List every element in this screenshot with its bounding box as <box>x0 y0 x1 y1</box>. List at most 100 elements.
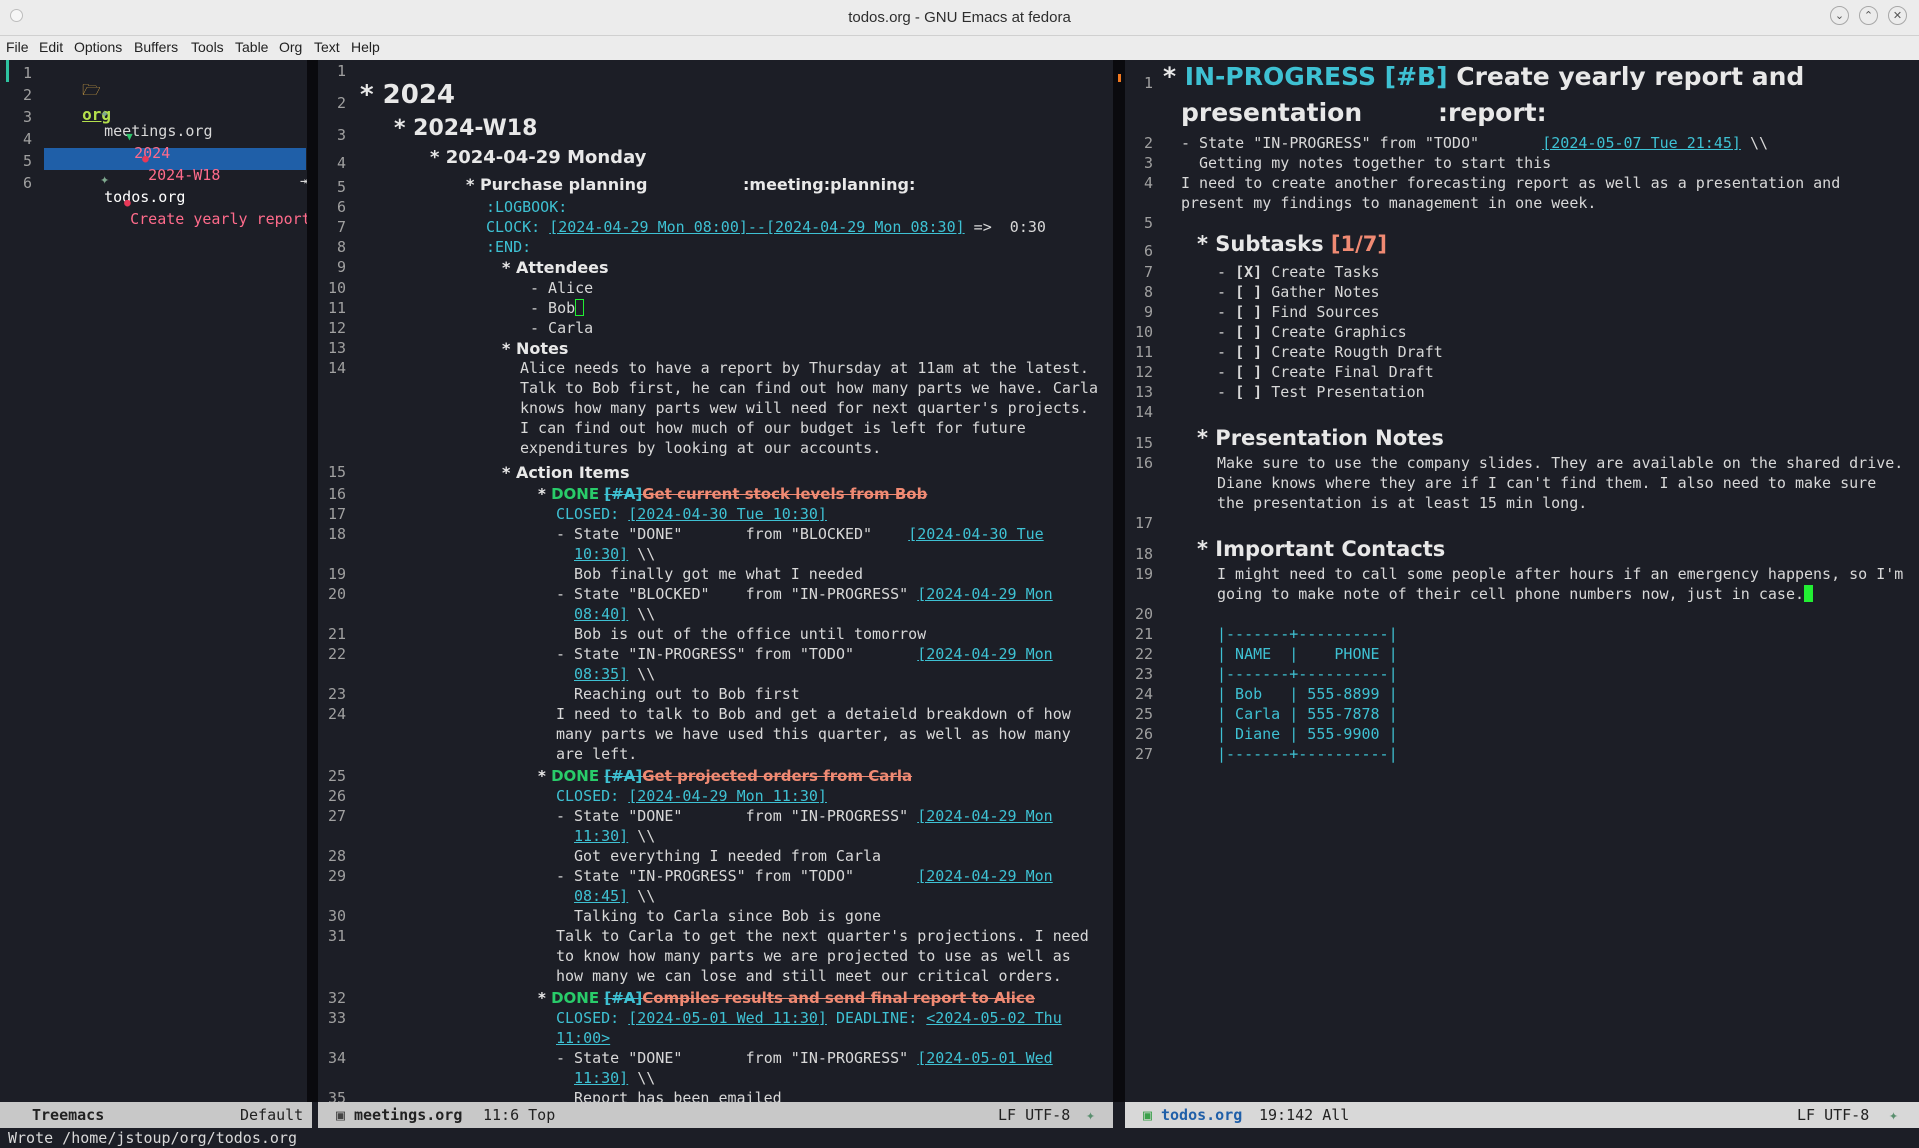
timestamp-link[interactable]: 11:30] <box>574 1069 628 1087</box>
timestamp-link[interactable]: 11:30] <box>574 827 628 845</box>
state-note: Talking to Carla since Bob is gone <box>574 907 882 925</box>
timestamp-link[interactable]: 08:35] <box>574 665 628 683</box>
timestamp-link[interactable]: [2024-04-29 Mon <box>917 807 1052 825</box>
window-divider[interactable] <box>307 60 318 1102</box>
line-number: 23 <box>327 685 346 703</box>
notes-line: knows how many parts wew will need for n… <box>520 399 1089 417</box>
deadline-link[interactable]: 11:00> <box>556 1029 610 1047</box>
line-number: 24 <box>1134 685 1153 703</box>
heading-action-1[interactable]: * DONE [#A]Get current stock levels from… <box>538 485 927 503</box>
meetings-modeline[interactable]: ▣ meetings.org 11:6 Top LF UTF-8 ✦ <box>318 1102 1113 1128</box>
checkbox[interactable]: [ ] <box>1235 323 1262 341</box>
line-number: 14 <box>327 359 346 377</box>
closed-line: CLOSED: [2024-05-01 Wed 11:30] DEADLINE:… <box>556 1009 1062 1027</box>
heading-2024[interactable]: * 2024 <box>360 80 455 110</box>
timestamp-link[interactable]: [2024-04-29 Mon <box>917 645 1052 663</box>
state-note: Reaching out to Bob first <box>574 685 800 703</box>
checkbox[interactable]: [ ] <box>1235 363 1262 381</box>
state-note: Report has been emailed <box>574 1089 782 1102</box>
line-number: 5 <box>22 152 32 170</box>
heading-important-contacts[interactable]: * Important Contacts <box>1197 537 1445 561</box>
subtask-item[interactable]: - [X] Create Tasks <box>1217 263 1380 281</box>
checkbox[interactable]: [ ] <box>1235 283 1262 301</box>
subtask-item[interactable]: - [ ] Create Rougth Draft <box>1217 343 1443 361</box>
timestamp-link[interactable]: [2024-04-29 Mon <box>917 867 1052 885</box>
timestamp-link[interactable]: [2024-04-29 Mon <box>917 585 1052 603</box>
line-number: 30 <box>327 907 346 925</box>
subtask-item[interactable]: - [ ] Gather Notes <box>1217 283 1380 301</box>
checkbox[interactable]: [ ] <box>1235 383 1262 401</box>
checkbox[interactable]: [ ] <box>1235 303 1262 321</box>
line-number: 9 <box>336 258 346 276</box>
menu-tools[interactable]: Tools <box>191 39 224 55</box>
state-line-cont: 11:30] \\ <box>574 1069 656 1087</box>
heading-action-2[interactable]: * DONE [#A]Get projected orders from Car… <box>538 767 912 785</box>
timestamp-link[interactable]: 08:45] <box>574 887 628 905</box>
treemacs-pane[interactable]: 1 2 3 4 5 6 🗁 org ✦ meetings.org ▼ 2024 … <box>0 60 312 1102</box>
deadline-link[interactable]: <2024-05-02 Thu <box>926 1009 1061 1027</box>
subtask-item[interactable]: - [ ] Create Final Draft <box>1217 363 1434 381</box>
close-icon[interactable]: ✕ <box>1888 6 1907 25</box>
timestamp-link[interactable]: [2024-04-29 Mon 11:30] <box>628 787 827 805</box>
menu-help[interactable]: Help <box>351 39 380 55</box>
line-number: 5 <box>336 178 346 196</box>
body-line: Diane knows where they are if I can't fi… <box>1217 474 1877 492</box>
timestamp-link[interactable]: [2024-05-07 Tue 21:45] <box>1542 134 1741 152</box>
menu-org[interactable]: Org <box>279 39 302 55</box>
body-line: Make sure to use the company slides. The… <box>1217 454 1904 472</box>
menu-buffers[interactable]: Buffers <box>134 39 178 55</box>
line-number: 27 <box>327 807 346 825</box>
timestamp-link[interactable]: [2024-05-01 Wed <box>917 1049 1052 1067</box>
heading-purchase-planning[interactable]: * Purchase planning <box>466 175 647 194</box>
timestamp-link[interactable]: 10:30] <box>574 545 628 563</box>
subtask-item[interactable]: - [ ] Create Graphics <box>1217 323 1407 341</box>
heading-action-items[interactable]: * Action Items <box>502 463 630 482</box>
modeline-buffer-name: Treemacs <box>32 1106 105 1124</box>
menu-file[interactable]: File <box>6 39 29 55</box>
state-line: - State "IN-PROGRESS" from "TODO" [2024-… <box>556 867 1053 885</box>
maximize-icon[interactable]: ⌃ <box>1859 6 1878 25</box>
line-number: 18 <box>327 525 346 543</box>
line-number: 26 <box>1134 725 1153 743</box>
todos-buffer[interactable]: 1 2 3 4 5 6 7 8 9 10 11 12 13 14 15 16 1… <box>1125 60 1919 1102</box>
menu-table[interactable]: Table <box>235 39 268 55</box>
state-note: Bob is out of the office until tomorrow <box>574 625 927 643</box>
checkbox[interactable]: [X] <box>1235 263 1262 281</box>
table-row[interactable]: | Diane | 555-9900 | <box>1217 725 1398 743</box>
heading-monday[interactable]: * 2024-04-29 Monday <box>430 147 646 168</box>
notes-line: expenditures by looking at our accounts. <box>520 439 882 457</box>
minimize-icon[interactable]: ⌄ <box>1830 6 1849 25</box>
checkbox[interactable]: [ ] <box>1235 343 1262 361</box>
clock-range-link[interactable]: [2024-04-29 Mon 08:00]--[2024-04-29 Mon … <box>549 218 964 236</box>
attendee-item: - Carla <box>530 319 594 337</box>
subtask-item[interactable]: - [ ] Find Sources <box>1217 303 1380 321</box>
meetings-buffer[interactable]: 1 2 3 4 5 6 7 8 9 10 11 12 13 14 15 16 1… <box>318 60 1113 1102</box>
todos-modeline[interactable]: ▣ todos.org 19:142 All LF UTF-8 ✦ <box>1125 1102 1919 1128</box>
window-divider[interactable] <box>1113 60 1125 1102</box>
window-titlebar: todos.org - GNU Emacs at fedora ⌄ ⌃ ✕ <box>0 0 1919 36</box>
timestamp-link[interactable]: 08:40] <box>574 605 628 623</box>
table-row: |-------+----------| <box>1217 665 1398 683</box>
closed-line: CLOSED: [2024-04-29 Mon 11:30] <box>556 787 827 805</box>
treemacs-item-create-yearly[interactable]: ● Create yearly report a <box>88 174 312 246</box>
timestamp-link[interactable]: [2024-05-01 Wed 11:30] <box>628 1009 827 1027</box>
menu-options[interactable]: Options <box>74 39 122 55</box>
table-row[interactable]: | Carla | 555-7878 | <box>1217 705 1398 723</box>
table-row[interactable]: | NAME | PHONE | <box>1217 645 1398 663</box>
heading-2024-w18[interactable]: * 2024-W18 <box>394 116 537 141</box>
treemacs-modeline[interactable]: Treemacs Default <box>0 1102 312 1128</box>
timestamp-link[interactable]: [2024-04-30 Tue 10:30] <box>628 505 827 523</box>
subtask-item[interactable]: - [ ] Test Presentation <box>1217 383 1425 401</box>
heading-action-3[interactable]: * DONE [#A]Compiles results and send fin… <box>538 989 1035 1007</box>
modeline-position: 19:142 All <box>1259 1106 1350 1124</box>
heading-notes[interactable]: * Notes <box>502 339 568 358</box>
heading-presentation-notes[interactable]: * Presentation Notes <box>1197 426 1444 450</box>
line-number: 13 <box>1134 383 1153 401</box>
heading-create-yearly-report[interactable]: * IN-PROGRESS [#B] Create yearly report … <box>1163 62 1804 91</box>
heading-attendees[interactable]: * Attendees <box>502 258 609 277</box>
heading-subtasks[interactable]: * Subtasks [1/7] <box>1197 232 1387 256</box>
menu-edit[interactable]: Edit <box>39 39 63 55</box>
menu-text[interactable]: Text <box>314 39 340 55</box>
timestamp-link[interactable]: [2024-04-30 Tue <box>908 525 1043 543</box>
table-row[interactable]: | Bob | 555-8899 | <box>1217 685 1398 703</box>
